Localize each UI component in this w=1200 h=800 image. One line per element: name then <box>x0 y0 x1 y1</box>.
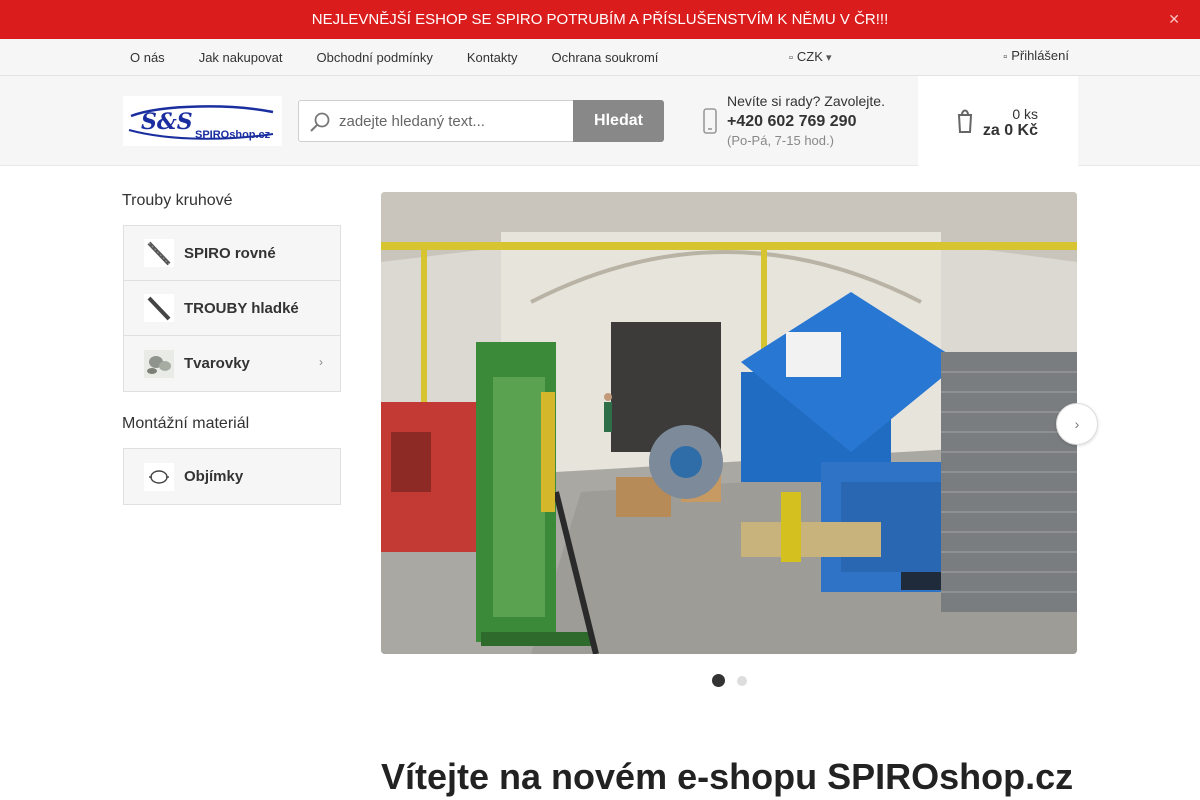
page-title: Vítejte na novém e-shopu SPIROshop.cz <box>381 756 1074 797</box>
nav-link-ochrana-soukromi[interactable]: Ochrana soukromí <box>543 50 658 65</box>
workshop-photo <box>381 192 1077 654</box>
site-logo[interactable]: S&S SPIROshop.cz <box>123 96 282 146</box>
currency-select[interactable]: ▫ CZK ▾ <box>789 39 831 75</box>
smooth-pipe-icon <box>144 294 174 322</box>
close-icon[interactable]: ✕ <box>1168 0 1180 39</box>
sidebar-item-label: TROUBY hladké <box>184 299 299 317</box>
top-navbar: O nás Jak nakupovat Obchodní podmínky Ko… <box>0 39 1200 76</box>
fittings-icon <box>144 349 174 378</box>
category-group-title-montazni: Montážní materiál <box>122 415 250 432</box>
slider-dot-1[interactable] <box>712 674 725 687</box>
contact-phone[interactable]: +420 602 769 290 <box>727 113 856 131</box>
sidebar-item-label: Tvarovky <box>184 355 250 372</box>
category-group-title-trouby: Trouby kruhové <box>122 192 233 209</box>
logo-graphic: S&S SPIROshop.cz <box>123 96 282 146</box>
contact-question: Nevíte si rady? Zavolejte. <box>727 93 885 109</box>
slider-next-button[interactable]: › <box>1056 403 1098 445</box>
search-icon <box>310 112 330 132</box>
nav-link-kontakty[interactable]: Kontakty <box>459 50 518 65</box>
sidebar-item-spiro-rovne[interactable]: SPIRO rovné <box>124 226 340 281</box>
nav-link-o-nas[interactable]: O nás <box>122 50 165 65</box>
sidebar-item-label: SPIRO rovné <box>184 244 276 262</box>
currency-value: CZK <box>796 49 823 64</box>
cart-icon <box>957 109 973 133</box>
search-input[interactable] <box>339 101 569 141</box>
svg-text:S&S: S&S <box>141 109 193 135</box>
nav-link-obchodni-podminky[interactable]: Obchodní podmínky <box>309 50 433 65</box>
user-icon: ▫ <box>1003 51 1008 63</box>
sidebar-item-objimky[interactable]: Objímky <box>124 449 340 504</box>
contact-hours: (Po-Pá, 7-15 hod.) <box>727 133 834 148</box>
sidebar-item-tvarovky[interactable]: Tvarovky › <box>124 336 340 391</box>
spiro-pipe-icon <box>144 239 174 267</box>
promo-banner-text: NEJLEVNĚJŠÍ ESHOP SE SPIRO POTRUBÍM A PŘ… <box>311 11 889 28</box>
sidebar-item-trouby-hladke[interactable]: TROUBY hladké <box>124 281 340 336</box>
currency-icon: ▫ <box>789 52 793 64</box>
category-list-trouby: SPIRO rovné TROUBY hladké Tvarovky › <box>123 225 341 392</box>
clamp-icon <box>144 462 174 491</box>
login-link[interactable]: ▫ Přihlášení <box>1003 39 1069 75</box>
search-button[interactable]: Hledat <box>573 100 664 142</box>
nav-links: O nás Jak nakupovat Obchodní podmínky Ko… <box>122 39 684 75</box>
search-box <box>298 100 574 142</box>
category-list-montazni: Objímky <box>123 448 341 505</box>
hero-slider[interactable] <box>381 192 1077 654</box>
cart-count: 0 ks <box>1012 106 1038 122</box>
promo-banner: NEJLEVNĚJŠÍ ESHOP SE SPIRO POTRUBÍM A PŘ… <box>0 0 1200 39</box>
site-header: S&S SPIROshop.cz Hledat Nevíte si rady? … <box>0 76 1200 166</box>
cart-widget[interactable]: 0 ks za 0 Kč <box>918 76 1078 166</box>
chevron-down-icon: ▾ <box>822 52 832 64</box>
chevron-right-icon: › <box>319 355 323 369</box>
slider-dot-2[interactable] <box>737 676 747 686</box>
login-label: Přihlášení <box>1011 48 1069 63</box>
sidebar-item-label: Objímky <box>184 468 244 485</box>
cart-total: za 0 Kč <box>982 122 1038 139</box>
chevron-right-icon: › <box>1074 416 1080 432</box>
phone-icon <box>703 108 717 134</box>
svg-text:SPIROshop.cz: SPIROshop.cz <box>195 129 271 141</box>
nav-link-jak-nakupovat[interactable]: Jak nakupovat <box>191 50 283 65</box>
